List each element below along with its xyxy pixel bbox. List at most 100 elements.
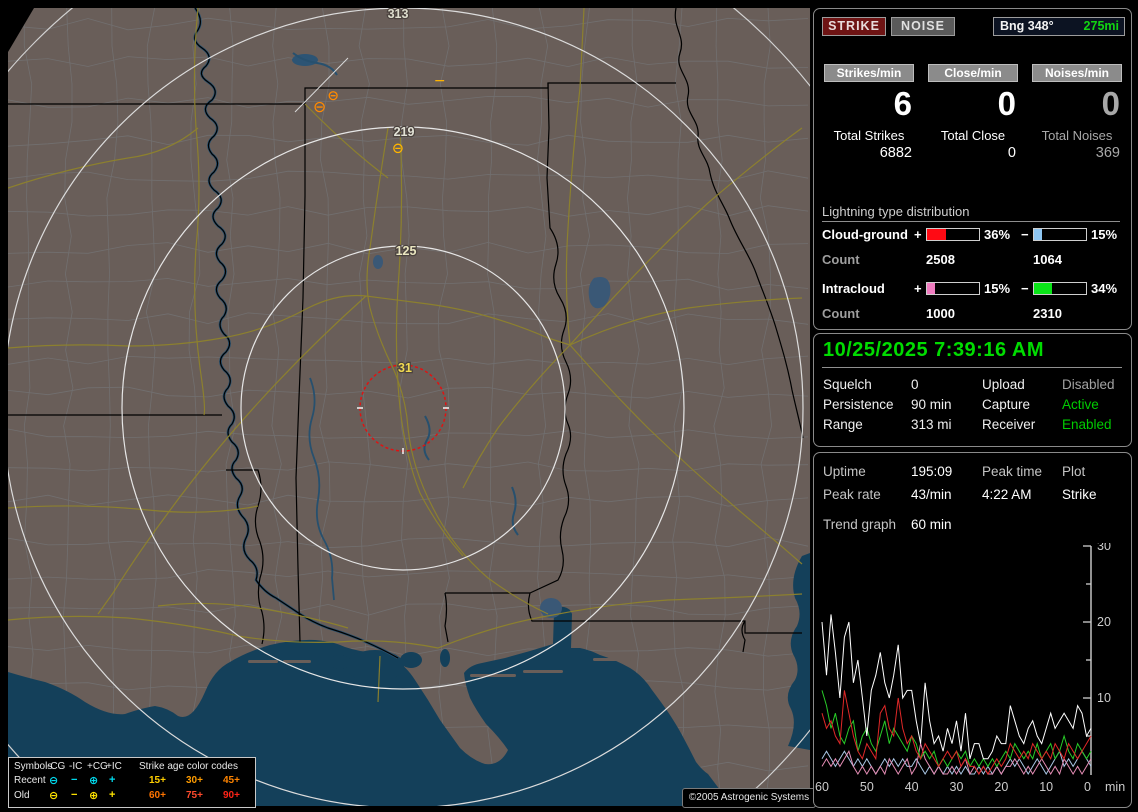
svg-text:219: 219 <box>394 125 415 139</box>
age-code-30: 30+ <box>186 775 203 786</box>
age-code-60: 60+ <box>149 790 166 801</box>
legend-header-cg-neg: -CG <box>47 761 66 772</box>
svg-text:10: 10 <box>1097 691 1111 705</box>
intracloud-label: Intracloud <box>822 281 885 296</box>
total-noises-label: Total Noises <box>1041 128 1113 143</box>
svg-text:313: 313 <box>388 8 409 21</box>
total-close-label: Total Close <box>940 128 1006 143</box>
age-code-75: 75+ <box>186 790 203 801</box>
trend-graph-label: Trend graph <box>823 517 897 532</box>
receiver-state: Enabled <box>1062 417 1112 432</box>
persistence-value: 90 min <box>911 397 952 412</box>
noises-per-min-value: 0 <box>1101 85 1120 122</box>
cg-plus-pct: 36% <box>984 227 1011 242</box>
cloud-ground-row: Cloud-ground + 36% − 15% <box>814 227 1131 242</box>
copyright-badge: ©2005 Astrogenic Systems <box>682 788 816 808</box>
svg-text:50: 50 <box>860 780 874 794</box>
close-column: Close/min 0 Total Close 0 <box>922 64 1024 161</box>
svg-text:20: 20 <box>1097 615 1111 629</box>
strikes-per-min-chip: Strikes/min <box>824 64 914 82</box>
persistence-label: Persistence <box>823 397 894 412</box>
plus-icon: + <box>109 789 116 801</box>
cg-minus-bar <box>1033 228 1087 241</box>
circle-minus-icon: ⊖ <box>49 775 59 787</box>
uptime-label: Uptime <box>823 464 866 479</box>
squelch-value: 0 <box>911 377 919 392</box>
upload-state: Disabled <box>1062 377 1115 392</box>
peak-rate-value: 43/min <box>911 487 952 502</box>
capture-label: Capture <box>982 397 1031 412</box>
map-canvas: 31 125 219 313 <box>8 8 810 806</box>
total-noises-value: 369 <box>1095 145 1120 161</box>
plus-icon: + <box>109 774 116 786</box>
svg-text:10: 10 <box>1039 780 1053 794</box>
noises-column: Noises/min 0 Total Noises 369 <box>1026 64 1128 161</box>
close-per-min-chip: Close/min <box>928 64 1018 82</box>
map-symbol-legend: Symbols -CG -IC +CG +IC Strike age color… <box>8 757 256 808</box>
minus-icon: − <box>71 789 78 801</box>
cg-minus-count: 1064 <box>1033 252 1062 267</box>
ic-minus-pct: 34% <box>1091 281 1118 296</box>
bearing-readout: Bng 348° 275mi <box>993 17 1125 36</box>
capture-state: Active <box>1062 397 1099 412</box>
svg-text:60: 60 <box>815 780 829 794</box>
trend-graph-window: 60 min <box>911 517 952 532</box>
divider <box>822 367 1122 368</box>
ic-plus-count: 1000 <box>926 306 955 321</box>
count-label: Count <box>822 306 860 321</box>
strikes-per-min-value: 6 <box>893 85 912 122</box>
plus-sign: + <box>914 281 922 296</box>
circle-plus-icon: ⊕ <box>89 790 99 802</box>
squelch-label: Squelch <box>823 377 872 392</box>
legend-row-old-label: Old <box>14 790 30 801</box>
count-label: Count <box>822 252 860 267</box>
peak-time-value: 4:22 AM <box>982 487 1032 502</box>
storm-map[interactable]: 31 125 219 313 Symbols -CG -IC +CG +IC Stri… <box>8 8 816 808</box>
range-label: Range <box>823 417 863 432</box>
svg-text:40: 40 <box>905 780 919 794</box>
age-code-90: 90+ <box>223 790 240 801</box>
circle-minus-icon: ⊖ <box>49 790 59 802</box>
svg-text:20: 20 <box>994 780 1008 794</box>
svg-text:30: 30 <box>950 780 964 794</box>
minus-icon: − <box>71 774 78 786</box>
intracloud-row: Intracloud + 15% − 34% <box>814 281 1131 296</box>
status-panel: 10/25/2025 7:39:16 AM Squelch 0 Upload D… <box>813 333 1132 447</box>
range-value: 313 mi <box>911 417 952 432</box>
total-close-value: 0 <box>1007 145 1016 161</box>
total-strikes-label: Total Strikes <box>833 128 905 143</box>
bearing-distance: 275mi <box>1083 19 1119 33</box>
plot-type-value: Strike <box>1062 487 1097 502</box>
minus-sign: − <box>1021 281 1029 296</box>
circle-plus-icon: ⊕ <box>89 775 99 787</box>
legend-row-recent-label: Recent <box>14 775 46 786</box>
receiver-label: Receiver <box>982 417 1036 432</box>
upload-label: Upload <box>982 377 1025 392</box>
ic-minus-count: 2310 <box>1033 306 1062 321</box>
ic-plus-pct: 15% <box>984 281 1011 296</box>
cg-plus-bar <box>926 228 980 241</box>
peak-rate-label: Peak rate <box>823 487 881 502</box>
peak-time-label: Peak time <box>982 464 1043 479</box>
legend-header-ic-pos: +IC <box>106 761 122 772</box>
svg-text:125: 125 <box>396 244 417 258</box>
ic-plus-bar <box>926 282 980 295</box>
datetime-display: 10/25/2025 7:39:16 AM <box>823 339 1045 361</box>
distribution-title: Lightning type distribution <box>822 204 1120 222</box>
strike-mode-button[interactable]: STRIKE <box>822 17 886 36</box>
svg-text:30: 30 <box>1097 543 1111 553</box>
cloud-ground-label: Cloud-ground <box>822 227 908 242</box>
legend-header-age-codes: Strike age color codes <box>139 761 238 772</box>
plot-label: Plot <box>1062 464 1086 479</box>
cg-minus-pct: 15% <box>1091 227 1118 242</box>
noise-mode-button[interactable]: NOISE <box>891 17 955 36</box>
plus-sign: + <box>914 227 922 242</box>
noises-per-min-chip: Noises/min <box>1032 64 1122 82</box>
legend-header-cg-pos: +CG <box>87 761 108 772</box>
trend-panel: Uptime 195:09 Peak time Plot Peak rate 4… <box>813 452 1132 808</box>
age-code-15: 15+ <box>149 775 166 786</box>
cg-plus-count: 2508 <box>926 252 955 267</box>
svg-text:min: min <box>1105 780 1125 794</box>
ic-minus-bar <box>1033 282 1087 295</box>
bearing-label: Bng 348° <box>1000 19 1054 33</box>
